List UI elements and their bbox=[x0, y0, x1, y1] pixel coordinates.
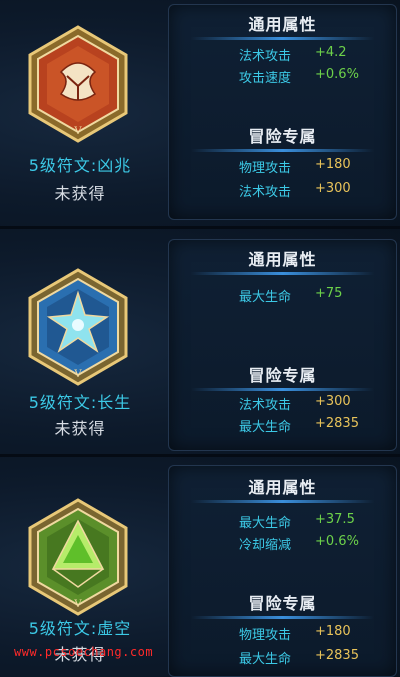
section-divider bbox=[191, 37, 374, 40]
stat-row: 法术攻击 +4.2 bbox=[169, 45, 396, 64]
adventure-attributes-title: 冒险专属 bbox=[248, 127, 317, 146]
rune-emblem-icon-blue: V bbox=[28, 268, 128, 386]
stat-name: 法术攻击 bbox=[239, 49, 292, 64]
section-divider bbox=[191, 388, 374, 391]
stat-row: 攻击速度 +0.6% bbox=[169, 67, 396, 86]
rune-status: 未获得 bbox=[54, 184, 106, 203]
rune-name: 5级符文:凶兆 bbox=[28, 156, 132, 175]
rune-emblem-icon-green: V bbox=[28, 498, 128, 616]
rune-emblem-area: V 5级符文:长生 未获得 bbox=[0, 229, 160, 457]
stat-row: 最大生命 +2835 bbox=[169, 416, 396, 435]
stat-row: 最大生命 +75 bbox=[169, 286, 396, 305]
rune-card-1[interactable]: V 5级符文:凶兆 未获得 通用属性 法术攻击 +4.2 攻击速度 +0.6% … bbox=[0, 0, 400, 226]
section-divider bbox=[191, 149, 374, 152]
stat-value: +300 bbox=[315, 394, 351, 409]
attribute-panel: 通用属性 最大生命 +75 冒险专属 法术攻击 +300 最大生命 +2835 bbox=[168, 239, 397, 451]
svg-text:V: V bbox=[73, 599, 82, 610]
stat-value: +75 bbox=[315, 286, 343, 301]
stat-value: +180 bbox=[315, 157, 351, 172]
stat-name: 最大生命 bbox=[239, 420, 292, 435]
stat-name: 最大生命 bbox=[239, 290, 292, 305]
stat-row: 冷却缩减 +0.6% bbox=[169, 534, 396, 553]
stat-row: 法术攻击 +300 bbox=[169, 394, 396, 413]
stat-row: 最大生命 +2835 bbox=[169, 648, 396, 667]
rune-card-2[interactable]: V 5级符文:长生 未获得 通用属性 最大生命 +75 冒险专属 法术攻击 +3… bbox=[0, 226, 400, 457]
stat-value: +300 bbox=[315, 181, 351, 196]
stat-value: +2835 bbox=[315, 648, 359, 663]
section-divider bbox=[191, 500, 374, 503]
section-divider bbox=[191, 272, 374, 275]
svg-text:V: V bbox=[73, 126, 82, 137]
general-attributes-title: 通用属性 bbox=[248, 478, 317, 497]
stat-value: +4.2 bbox=[315, 45, 347, 60]
stat-value: +2835 bbox=[315, 416, 359, 431]
rune-emblem-area: V 5级符文:凶兆 未获得 bbox=[0, 0, 160, 226]
adventure-attributes-title: 冒险专属 bbox=[248, 366, 317, 385]
stat-name: 冷却缩减 bbox=[239, 538, 292, 553]
stat-name: 物理攻击 bbox=[239, 628, 292, 643]
stat-name: 法术攻击 bbox=[239, 185, 292, 200]
rune-name: 5级符文:虚空 bbox=[28, 619, 132, 638]
stat-name: 攻击速度 bbox=[239, 71, 292, 86]
stat-value: +0.6% bbox=[315, 534, 359, 549]
rune-emblem-icon-red: V bbox=[28, 25, 128, 143]
stat-value: +37.5 bbox=[315, 512, 355, 527]
attribute-panel: 通用属性 最大生命 +37.5 冷却缩减 +0.6% 冒险专属 物理攻击 +18… bbox=[168, 465, 397, 677]
svg-text:V: V bbox=[73, 369, 82, 380]
watermark: www.pcsoechang.com bbox=[14, 645, 154, 659]
section-divider bbox=[191, 616, 374, 619]
stat-name: 最大生命 bbox=[239, 652, 292, 667]
rune-card-3[interactable]: V 5级符文:虚空 未获得 通用属性 最大生命 +37.5 冷却缩减 +0.6%… bbox=[0, 454, 400, 677]
stat-name: 最大生命 bbox=[239, 516, 292, 531]
general-attributes-title: 通用属性 bbox=[248, 15, 317, 34]
stat-name: 物理攻击 bbox=[239, 161, 292, 176]
stat-value: +0.6% bbox=[315, 67, 359, 82]
rune-name: 5级符文:长生 bbox=[28, 393, 132, 412]
attribute-panel: 通用属性 法术攻击 +4.2 攻击速度 +0.6% 冒险专属 物理攻击 +180… bbox=[168, 4, 397, 220]
stat-row: 物理攻击 +180 bbox=[169, 624, 396, 643]
general-attributes-title: 通用属性 bbox=[248, 250, 317, 269]
stat-row: 物理攻击 +180 bbox=[169, 157, 396, 176]
stat-name: 法术攻击 bbox=[239, 398, 292, 413]
rune-emblem-area: V 5级符文:虚空 未获得 bbox=[0, 457, 160, 677]
stat-row: 法术攻击 +300 bbox=[169, 181, 396, 200]
adventure-attributes-title: 冒险专属 bbox=[248, 594, 317, 613]
stat-value: +180 bbox=[315, 624, 351, 639]
stat-row: 最大生命 +37.5 bbox=[169, 512, 396, 531]
rune-status: 未获得 bbox=[54, 419, 106, 438]
